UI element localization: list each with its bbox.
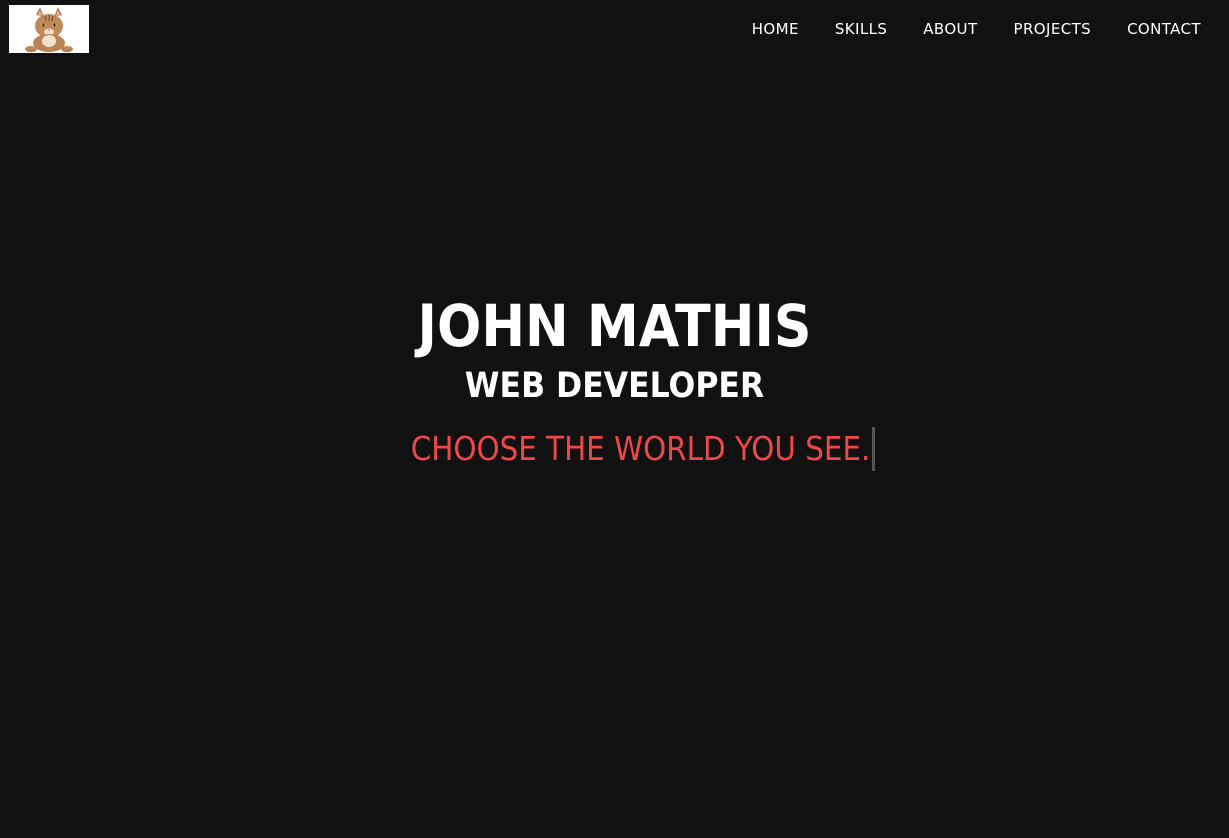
logo-link[interactable] <box>9 5 89 53</box>
nav-link-contact[interactable]: CONTACT <box>1127 19 1201 39</box>
tagline-row: CHOOSE THE WORLD YOU SEE. <box>0 427 1229 471</box>
hero-section: JOHN MATHIS WEB DEVELOPER CHOOSE THE WOR… <box>0 286 1229 471</box>
nav-link-about[interactable]: ABOUT <box>923 19 977 39</box>
main-navigation: HOME SKILLS ABOUT PROJECTS CONTACT <box>716 19 1201 39</box>
nav-link-projects[interactable]: PROJECTS <box>1014 19 1092 39</box>
nav-link-skills[interactable]: SKILLS <box>835 19 887 39</box>
hero-role: WEB DEVELOPER <box>464 366 765 406</box>
nav-link-home[interactable]: HOME <box>752 19 799 39</box>
typing-cursor <box>872 427 876 471</box>
page: HOME SKILLS ABOUT PROJECTS CONTACT JOHN … <box>0 0 1229 838</box>
cat-logo-icon <box>9 5 89 53</box>
hero-tagline: CHOOSE THE WORLD YOU SEE. <box>410 429 871 468</box>
hero-name: JOHN MATHIS <box>417 292 812 360</box>
